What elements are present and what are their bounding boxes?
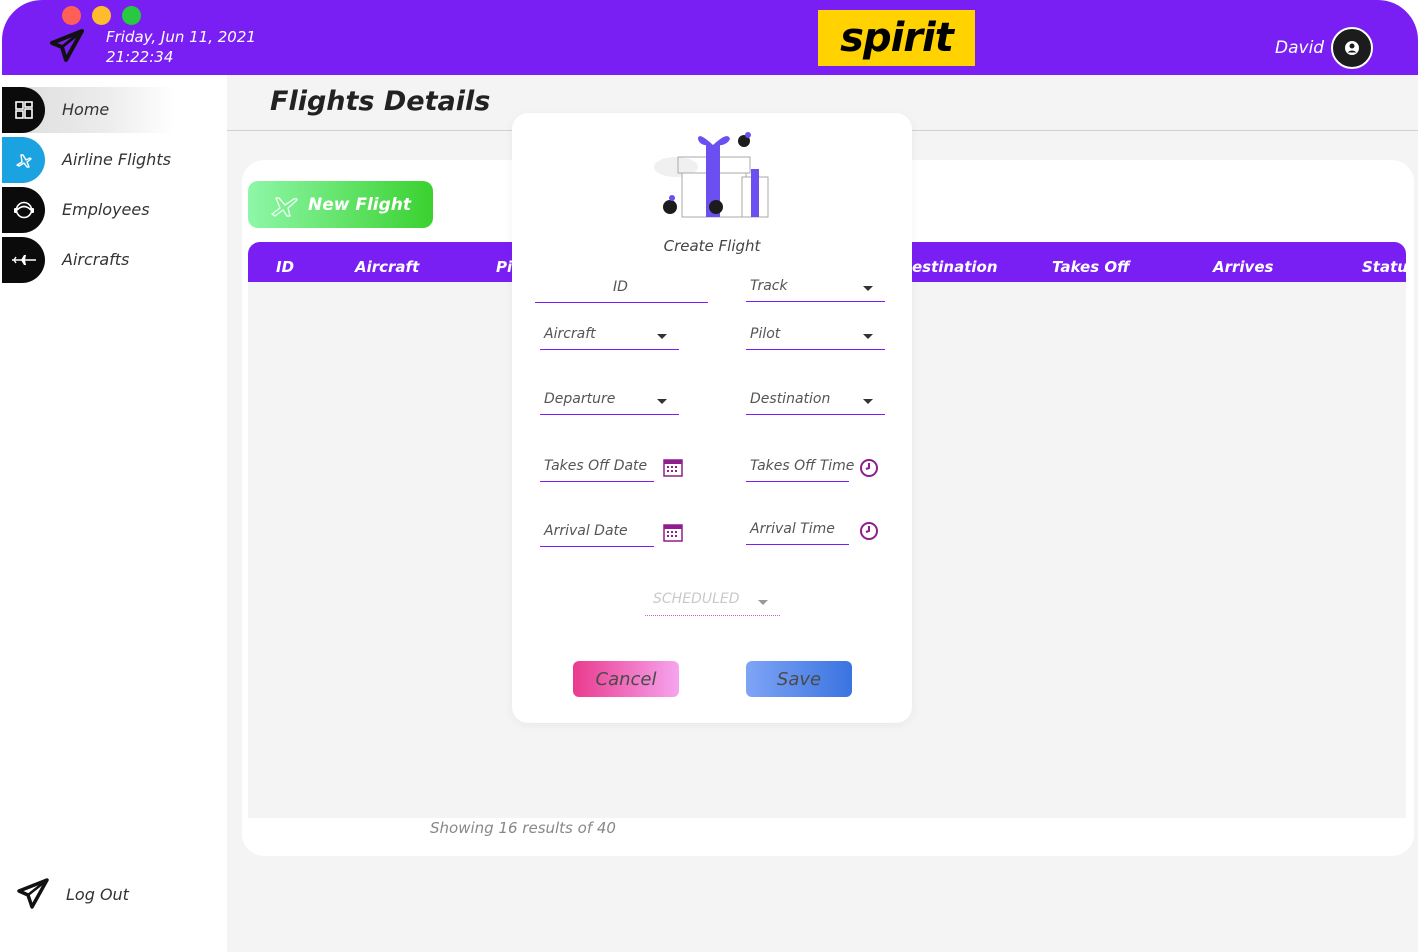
datetime-display: Friday, Jun 11, 2021 21:22:34	[106, 27, 256, 67]
paper-plane-logo-icon	[50, 29, 84, 62]
column-header-destination[interactable]: estination	[912, 258, 998, 276]
aircraft-select[interactable]: Aircraft	[540, 323, 679, 350]
takes-off-date-input[interactable]: Takes Off Date	[540, 455, 654, 482]
track-select[interactable]: Track	[746, 275, 885, 302]
departure-select[interactable]: Departure	[540, 388, 679, 415]
takes-off-date-label: Takes Off Date	[544, 458, 648, 474]
column-header-aircraft[interactable]: Aircraft	[355, 258, 419, 276]
save-button[interactable]: Save	[746, 661, 852, 697]
column-header-pilot[interactable]: Pi	[496, 258, 512, 276]
calendar-icon[interactable]	[663, 522, 683, 542]
dashboard-grid-icon	[2, 87, 45, 133]
arrival-time-label: Arrival Time	[750, 521, 835, 537]
sidebar-item-label: Airline Flights	[62, 150, 171, 169]
sidebar-item-label: Aircrafts	[62, 250, 130, 269]
window-close-button[interactable]	[62, 6, 81, 25]
pilot-label: Pilot	[750, 326, 781, 342]
aircraft-label: Aircraft	[544, 326, 596, 342]
sidebar-item-label: Home	[62, 100, 110, 119]
departure-label: Departure	[544, 391, 616, 407]
arrival-time-input[interactable]: Arrival Time	[746, 518, 849, 545]
arrival-date-input[interactable]: Arrival Date	[540, 520, 654, 547]
cancel-label: Cancel	[595, 668, 657, 690]
window-minimize-button[interactable]	[92, 6, 111, 25]
logout-link[interactable]: Log Out	[66, 885, 129, 904]
create-flight-dialog: Create Flight ID Track Aircraft Pilot De…	[512, 113, 912, 723]
id-input[interactable]: ID	[535, 276, 708, 303]
chevron-down-icon	[657, 334, 667, 339]
chevron-down-icon	[758, 600, 768, 605]
arrival-date-label: Arrival Date	[544, 523, 628, 539]
track-label: Track	[750, 278, 788, 294]
sidebar-item-label: Employees	[62, 200, 150, 219]
user-avatar-button[interactable]	[1331, 27, 1373, 69]
chevron-down-icon	[863, 399, 873, 404]
dialog-title: Create Flight	[663, 237, 761, 255]
chevron-down-icon	[863, 286, 873, 291]
pilot-helmet-icon	[2, 187, 45, 233]
new-flight-label: New Flight	[307, 194, 412, 215]
aircraft-icon	[2, 237, 45, 283]
user-name: David	[1275, 38, 1325, 58]
sidebar-item-employees[interactable]: Employees	[2, 187, 227, 233]
sidebar: Home Airline Flights Employees Aircrafts…	[2, 75, 227, 952]
time-text: 21:22:34	[106, 48, 174, 66]
results-count: Showing 16 results of 40	[430, 819, 616, 837]
app-window: Friday, Jun 11, 2021 21:22:34 spirit Dav…	[2, 0, 1418, 952]
destination-select[interactable]: Destination	[746, 388, 885, 415]
column-header-arrives[interactable]: Arrives	[1213, 258, 1273, 276]
chevron-down-icon	[863, 334, 873, 339]
sidebar-item-aircrafts[interactable]: Aircrafts	[2, 237, 227, 283]
airplane-icon	[2, 137, 45, 183]
pilot-select[interactable]: Pilot	[746, 323, 885, 350]
status-value: SCHEDULED	[653, 591, 740, 607]
cancel-button[interactable]: Cancel	[573, 661, 679, 697]
gift-boxes-illustration	[654, 132, 769, 218]
takes-off-time-input[interactable]: Takes Off Time	[746, 455, 854, 482]
destination-label: Destination	[750, 391, 831, 407]
status-select[interactable]: SCHEDULED	[645, 589, 780, 616]
sidebar-item-airline-flights[interactable]: Airline Flights	[2, 137, 227, 183]
logout-plane-icon[interactable]	[14, 876, 52, 914]
column-header-status[interactable]: Status	[1362, 258, 1406, 276]
id-placeholder: ID	[613, 279, 628, 295]
clock-icon[interactable]	[859, 521, 879, 541]
chevron-down-icon	[657, 399, 667, 404]
clock-icon[interactable]	[859, 458, 879, 478]
column-header-id[interactable]: ID	[276, 258, 294, 276]
airplane-takeoff-icon	[271, 196, 298, 217]
calendar-icon[interactable]	[663, 457, 683, 477]
sidebar-item-home[interactable]: Home	[2, 87, 174, 133]
date-text: Friday, Jun 11, 2021	[106, 28, 256, 46]
takes-off-time-label: Takes Off Time	[750, 458, 855, 474]
page-title: Flights Details	[270, 86, 491, 117]
window-maximize-button[interactable]	[122, 6, 141, 25]
save-label: Save	[776, 668, 822, 690]
top-header: Friday, Jun 11, 2021 21:22:34 spirit Dav…	[2, 0, 1418, 75]
brand-logo: spirit	[818, 10, 975, 66]
new-flight-button[interactable]: New Flight	[248, 181, 433, 228]
user-icon	[1345, 41, 1359, 55]
column-header-takes-off[interactable]: Takes Off	[1052, 258, 1130, 276]
